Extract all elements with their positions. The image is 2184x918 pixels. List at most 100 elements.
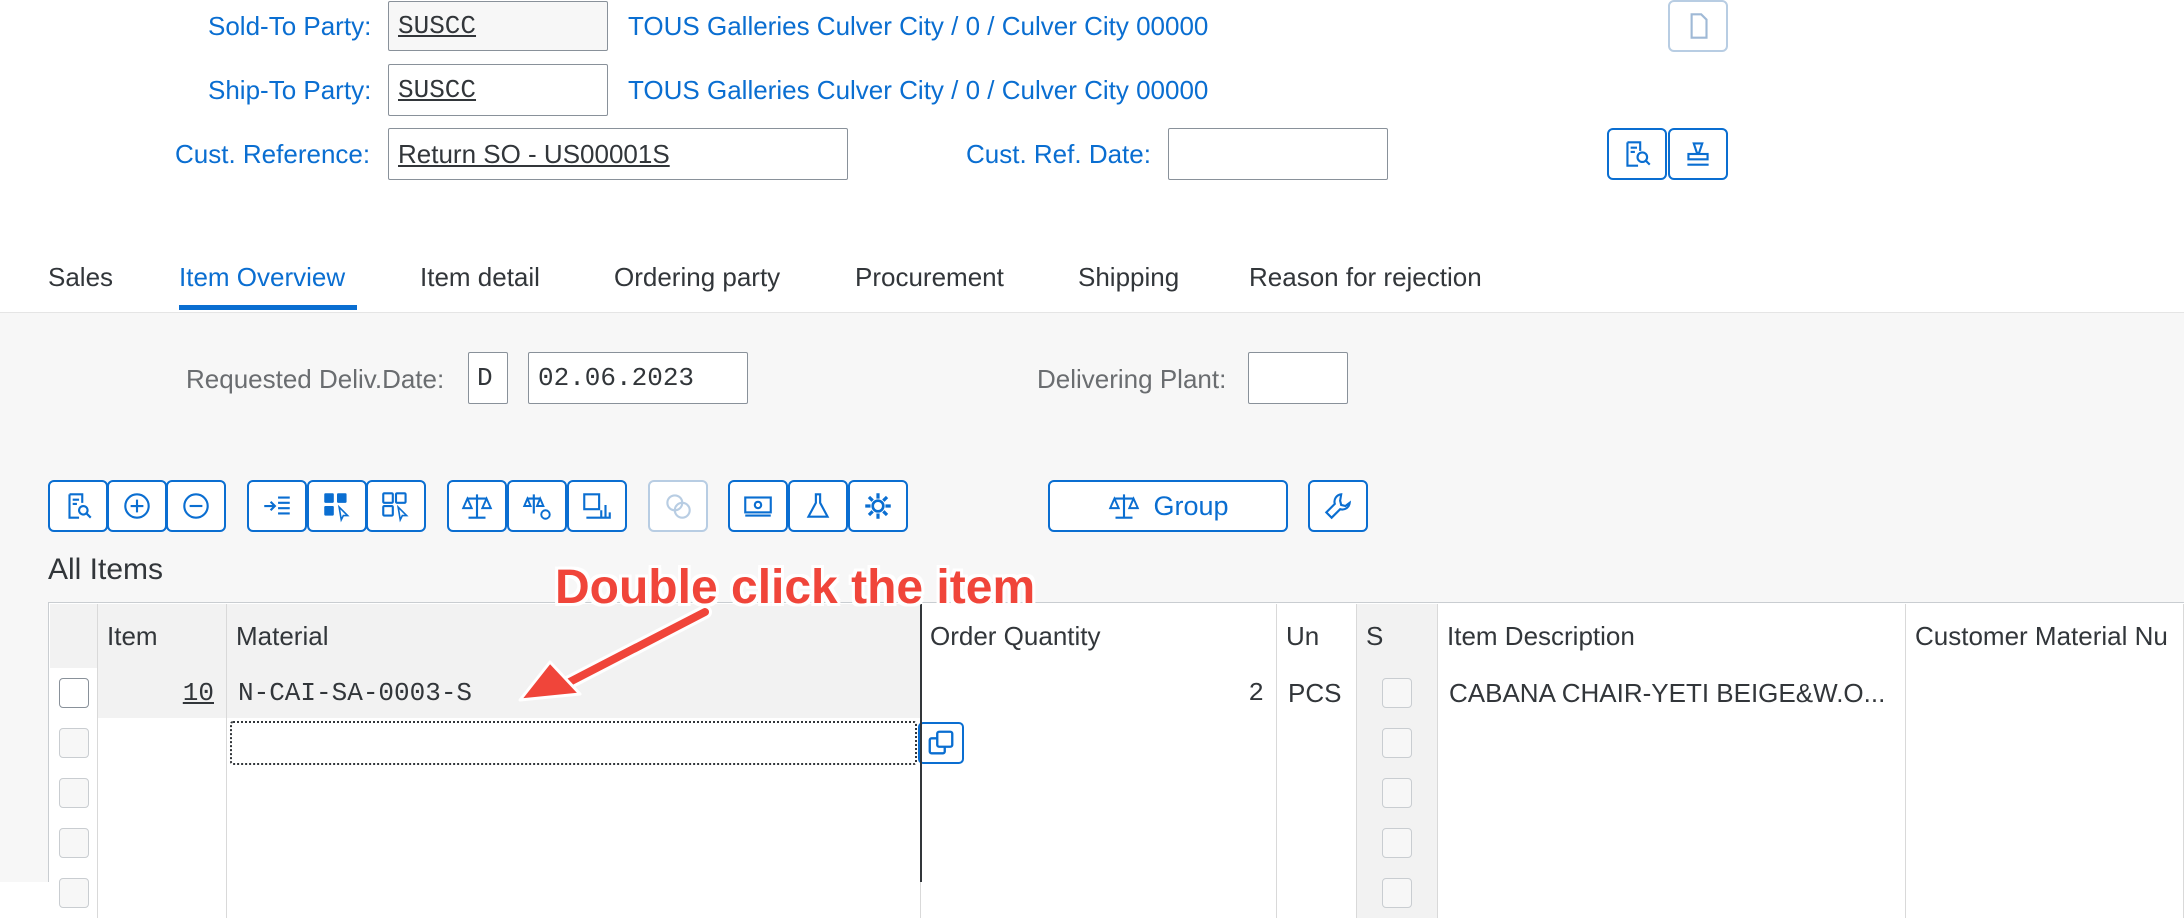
sold-to-description[interactable]: TOUS Galleries Culver City / 0 / Culver … xyxy=(628,11,1208,42)
status-checkbox[interactable] xyxy=(1382,778,1412,808)
order-quantity-cell[interactable] xyxy=(921,718,1277,768)
table-row[interactable]: 10 N-CAI-SA-0003-S 2 PCS CABANA CHAIR-YE… xyxy=(50,668,2184,718)
status-checkbox[interactable] xyxy=(1382,678,1412,708)
column-header-item[interactable]: Item xyxy=(98,604,227,668)
cust-reference-value: Return SO - US00001S xyxy=(398,138,670,169)
group-button[interactable]: Group xyxy=(1048,480,1288,532)
material-cell[interactable] xyxy=(227,868,921,918)
tab-sales[interactable]: Sales xyxy=(48,262,113,293)
column-header-status[interactable]: S xyxy=(1357,604,1438,668)
unit-cell[interactable] xyxy=(1277,818,1357,868)
status-checkbox[interactable] xyxy=(1382,728,1412,758)
tab-item-detail[interactable]: Item detail xyxy=(420,262,540,293)
item-description-cell[interactable] xyxy=(1438,818,1906,868)
item-description-cell[interactable] xyxy=(1438,768,1906,818)
row-checkbox[interactable] xyxy=(58,778,89,808)
material-cell[interactable] xyxy=(227,718,921,768)
ship-to-input[interactable]: SUSCC xyxy=(388,64,608,116)
status-checkbox[interactable] xyxy=(1382,878,1412,908)
unit-cell[interactable]: PCS xyxy=(1277,668,1357,718)
document-search-icon xyxy=(68,493,92,519)
settings-button[interactable] xyxy=(1308,480,1368,532)
item-number-cell[interactable] xyxy=(98,818,227,868)
cust-reference-input[interactable]: Return SO - US00001S xyxy=(388,128,848,180)
unit-cell[interactable] xyxy=(1277,868,1357,918)
delete-row-button[interactable] xyxy=(166,480,226,532)
customer-material-cell[interactable] xyxy=(1906,818,2184,868)
conditions-button[interactable] xyxy=(507,480,567,532)
order-quantity-cell[interactable] xyxy=(921,818,1277,868)
unit-cell[interactable] xyxy=(1277,768,1357,818)
row-selector[interactable] xyxy=(50,868,98,918)
configuration-button[interactable] xyxy=(848,480,908,532)
table-row[interactable] xyxy=(50,868,2184,918)
status-cell[interactable] xyxy=(1357,668,1438,718)
material-cell[interactable] xyxy=(227,818,921,868)
order-quantity-cell[interactable] xyxy=(921,768,1277,818)
item-details-button[interactable] xyxy=(48,480,108,532)
item-description-cell[interactable]: CABANA CHAIR-YETI BEIGE&W.O... xyxy=(1438,668,1906,718)
material-input-focused[interactable] xyxy=(230,721,917,765)
unit-cell[interactable] xyxy=(1277,718,1357,768)
stamp-button[interactable] xyxy=(1668,128,1728,180)
deselect-all-icon xyxy=(382,492,409,523)
sold-to-input[interactable]: SUSCC xyxy=(388,1,608,51)
column-header-customer-material[interactable]: Customer Material Nu xyxy=(1906,604,2184,668)
schedule-lines-button[interactable] xyxy=(567,480,627,532)
tab-shipping[interactable]: Shipping xyxy=(1078,262,1179,293)
tab-procurement[interactable]: Procurement xyxy=(855,262,1004,293)
select-column-header[interactable] xyxy=(50,604,98,668)
row-checkbox[interactable] xyxy=(58,828,89,858)
move-right-button[interactable] xyxy=(247,480,307,532)
delivering-plant-input[interactable] xyxy=(1248,352,1348,404)
row-selector[interactable] xyxy=(50,668,98,718)
batch-button[interactable] xyxy=(788,480,848,532)
customer-material-cell[interactable] xyxy=(1906,668,2184,718)
customer-material-cell[interactable] xyxy=(1906,718,2184,768)
column-header-item-description[interactable]: Item Description xyxy=(1438,604,1906,668)
select-all-button[interactable] xyxy=(307,480,367,532)
requested-deliv-date-input[interactable]: 02.06.2023 xyxy=(528,352,748,404)
display-document-button[interactable] xyxy=(1607,128,1667,180)
insert-row-button[interactable] xyxy=(107,480,167,532)
item-number-cell[interactable] xyxy=(98,768,227,818)
item-number-cell[interactable] xyxy=(98,868,227,918)
material-cell[interactable] xyxy=(227,768,921,818)
table-row[interactable] xyxy=(50,768,2184,818)
column-header-unit[interactable]: Un xyxy=(1277,604,1357,668)
payment-button[interactable] xyxy=(728,480,788,532)
status-cell[interactable] xyxy=(1357,718,1438,768)
row-selector[interactable] xyxy=(50,718,98,768)
item-description-value: CABANA CHAIR-YETI BEIGE&W.O... xyxy=(1449,677,1886,708)
row-selector[interactable] xyxy=(50,818,98,868)
item-description-cell[interactable] xyxy=(1438,868,1906,918)
status-cell[interactable] xyxy=(1357,818,1438,868)
deliv-date-type-input[interactable]: D xyxy=(468,352,508,404)
customer-material-cell[interactable] xyxy=(1906,768,2184,818)
row-checkbox[interactable] xyxy=(58,728,89,758)
table-row[interactable] xyxy=(50,818,2184,868)
row-checkbox[interactable] xyxy=(58,878,89,908)
tab-reason-for-rejection[interactable]: Reason for rejection xyxy=(1249,262,1482,293)
deselect-all-button[interactable] xyxy=(366,480,426,532)
tab-item-overview[interactable]: Item Overview xyxy=(179,262,345,293)
value-help-button[interactable] xyxy=(918,722,964,764)
document-button[interactable] xyxy=(1668,0,1728,52)
item-description-cell[interactable] xyxy=(1438,718,1906,768)
tab-ordering-party[interactable]: Ordering party xyxy=(614,262,780,293)
row-selector[interactable] xyxy=(50,768,98,818)
table-row[interactable] xyxy=(50,718,2184,768)
status-cell[interactable] xyxy=(1357,868,1438,918)
ship-to-description[interactable]: TOUS Galleries Culver City / 0 / Culver … xyxy=(628,75,1208,106)
row-checkbox[interactable] xyxy=(58,678,89,708)
item-number-cell[interactable]: 10 xyxy=(98,668,227,718)
status-cell[interactable] xyxy=(1357,768,1438,818)
order-quantity-cell[interactable]: 2 xyxy=(921,668,1277,718)
customer-material-cell[interactable] xyxy=(1906,868,2184,918)
status-checkbox[interactable] xyxy=(1382,828,1412,858)
cust-ref-date-input[interactable] xyxy=(1168,128,1388,180)
item-number-cell[interactable] xyxy=(98,718,227,768)
pricing-button[interactable] xyxy=(447,480,507,532)
order-quantity-cell[interactable] xyxy=(921,868,1277,918)
material-value: N-CAI-SA-0003-S xyxy=(238,678,473,708)
